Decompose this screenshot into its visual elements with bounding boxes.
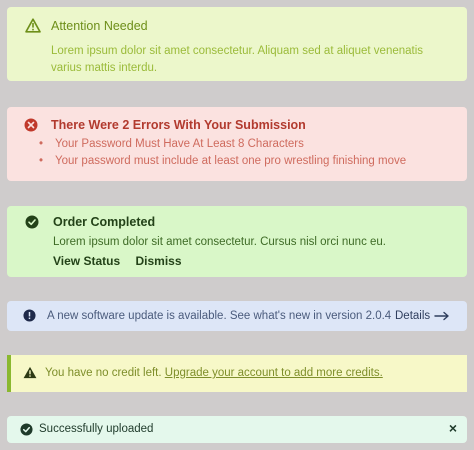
alert-body: Lorem ipsum dolor sit amet consectetur. … [53,236,387,248]
info-alert: A new software update is available. See … [7,301,467,331]
details-link[interactable]: Details [395,308,450,325]
dismiss-button[interactable]: Dismiss [135,254,181,268]
error-list-item: Your Password Must Have At Least 8 Chara… [39,136,406,153]
arrow-right-icon [434,311,450,321]
credit-alert: You have no credit left. Upgrade your ac… [7,355,467,392]
details-label: Details [395,310,431,322]
view-status-button[interactable]: View Status [53,254,120,268]
alert-title: There Were 2 Errors With Your Submission [51,118,306,132]
close-button[interactable]: × [449,420,457,436]
alert-title: Attention Needed [51,19,148,33]
upload-success-alert: Successfully uploaded × [7,416,467,443]
check-circle-icon [20,423,33,436]
check-circle-icon [25,215,39,229]
success-alert: Order Completed Lorem ipsum dolor sit am… [7,206,467,277]
alert-body-line: Lorem ipsum dolor sit amet consectetur. … [51,45,424,57]
alert-body-line: varius mattis interdu. [51,62,158,74]
alert-body: Lorem ipsum dolor sit amet consectetur. … [51,43,423,77]
alert-body: Successfully uploaded [39,423,154,435]
alert-title: Order Completed [53,215,156,229]
alert-body: A new software update is available. See … [47,310,392,322]
alert-body: You have no credit left. Upgrade your ac… [45,365,383,382]
upgrade-link[interactable]: Upgrade your account to add more credits… [165,367,383,379]
alert-actions: View Status Dismiss [53,254,194,268]
info-circle-icon [23,309,36,322]
warning-triangle-icon [25,18,41,33]
error-alert: There Were 2 Errors With Your Submission… [7,107,467,181]
error-x-circle-icon [24,118,38,132]
error-list: Your Password Must Have At Least 8 Chara… [39,136,406,170]
warning-triangle-icon [23,366,37,379]
credit-text: You have no credit left. [45,367,162,379]
attention-alert: Attention Needed Lorem ipsum dolor sit a… [7,7,467,81]
error-list-item: Your password must include at least one … [39,153,406,170]
